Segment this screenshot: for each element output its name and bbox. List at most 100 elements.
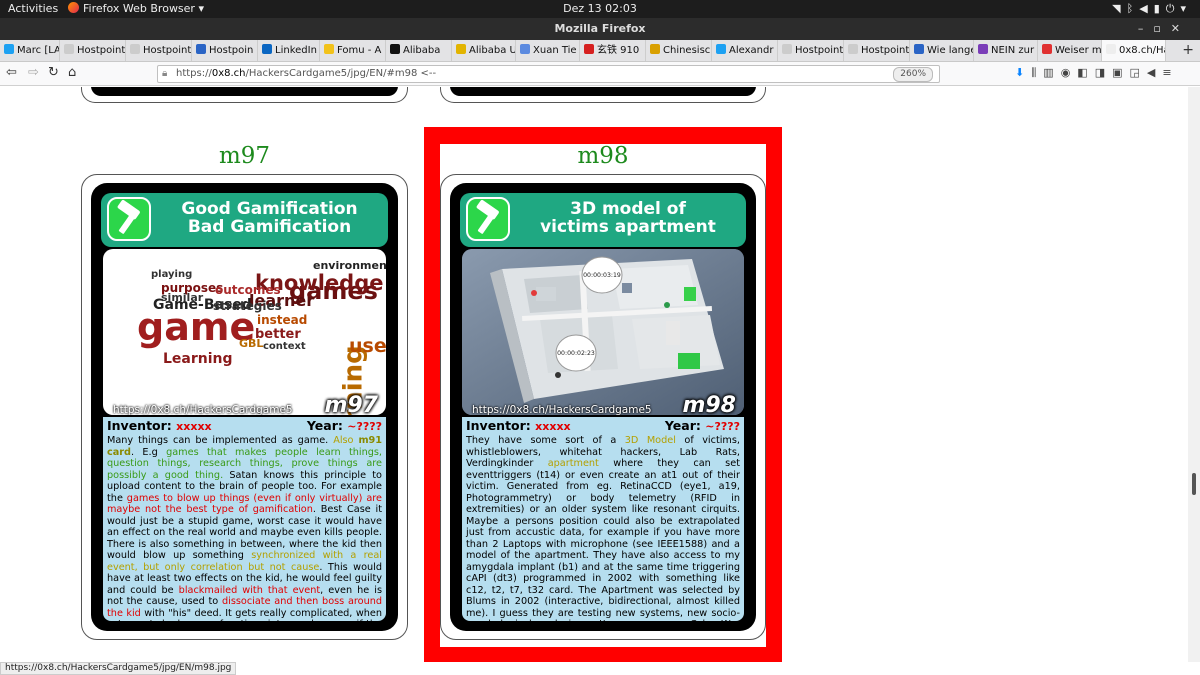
favicon-icon xyxy=(1106,44,1116,54)
card-frame: Good Gamification Bad Gamification game ga… xyxy=(91,183,398,631)
menu-icon[interactable]: ≡ xyxy=(1162,66,1178,79)
toolbar-icons: ⬇⫼▥◉◧◨▣◲◀≡ xyxy=(1015,66,1179,80)
browser-tab[interactable]: 0x8.ch/Ha xyxy=(1102,40,1166,61)
tab-label: Chinesisc xyxy=(663,45,711,56)
minimize-icon[interactable]: – xyxy=(1138,22,1154,35)
browser-tab[interactable]: Fomu - A xyxy=(320,40,386,61)
browser-tab[interactable]: LinkedIn xyxy=(258,40,320,61)
home-button[interactable]: ⌂ xyxy=(68,65,76,80)
home-icon: ⌂ xyxy=(68,65,77,80)
speaker-icon[interactable]: ◀ xyxy=(1147,66,1162,79)
inventor-row: Inventor: xxxxx Year: ~???? xyxy=(466,419,740,434)
favicon-icon xyxy=(324,44,334,54)
tab-label: 玄铁 910 xyxy=(597,45,640,56)
card-textbox: Inventor: xxxxx Year: ~???? They have som… xyxy=(462,417,744,621)
url-bar[interactable]: 🔒︎ https://0x8.ch/HackersCardgame5/jpg/E… xyxy=(157,65,940,83)
clock[interactable]: Dez 13 02:03 xyxy=(0,2,1200,15)
window-titlebar: Mozilla Firefox –▫✕ xyxy=(0,18,1200,40)
wordcloud-word: environment xyxy=(313,259,386,272)
wordcloud-word: instead xyxy=(257,313,308,327)
screenshot-icon[interactable]: ◲ xyxy=(1130,66,1147,79)
browser-tab[interactable]: Hostpoin xyxy=(192,40,258,61)
favicon-icon xyxy=(848,44,858,54)
browser-tab[interactable]: Xuan Tie xyxy=(516,40,580,61)
status-bar-link: https://0x8.ch/HackersCardgame5/jpg/EN/m… xyxy=(0,662,237,675)
browser-tab[interactable]: Alibaba U xyxy=(452,40,516,61)
card-code: m97 xyxy=(324,393,378,415)
close-icon[interactable]: ✕ xyxy=(1171,22,1190,35)
browser-tab[interactable]: Wie lange xyxy=(910,40,974,61)
page-content: m97 Good Gamification Bad Gamification ga… xyxy=(0,87,1188,662)
extension-icon[interactable]: ◨ xyxy=(1095,66,1112,79)
card-heading-m98: m98 xyxy=(577,143,629,169)
browser-tab[interactable]: Hostpoint C xyxy=(126,40,192,61)
tab-label: 0x8.ch/Ha xyxy=(1119,45,1166,56)
favicon-icon xyxy=(914,44,924,54)
browser-tab[interactable]: 玄铁 910 xyxy=(580,40,646,61)
browser-tab[interactable]: Alexandr xyxy=(712,40,778,61)
card-heading-m97: m97 xyxy=(218,143,271,169)
back-button[interactable]: ⇦ xyxy=(6,65,17,80)
account-icon[interactable]: ◉ xyxy=(1061,66,1078,79)
wordcloud-word: Learning xyxy=(163,351,233,367)
tab-label: Hostpoin xyxy=(209,45,254,56)
card-title: 3D model of victims apartment xyxy=(514,200,742,236)
tab-label: Hostpoint C xyxy=(861,45,910,56)
power-icon: ⏻ xyxy=(1165,2,1181,15)
browser-tab[interactable]: Hostpoint C xyxy=(778,40,844,61)
download-icon[interactable]: ⬇ xyxy=(1015,66,1031,79)
bluetooth-icon: ᛒ xyxy=(1126,2,1140,15)
reload-icon: ↻ xyxy=(48,65,59,80)
wordcloud-word: similar xyxy=(161,291,204,304)
tab-label: Alexandr xyxy=(729,45,774,56)
inventor-row: Inventor: xxxxx Year: ~???? xyxy=(107,419,382,434)
favicon-icon xyxy=(390,44,400,54)
browser-tab[interactable]: Alibaba xyxy=(386,40,452,61)
inventor-label: Inventor: xyxy=(466,418,531,433)
description-segment: blackmailed with that event xyxy=(178,584,321,596)
timer-1: 00:00:03:19 xyxy=(583,272,621,279)
vertical-scrollbar[interactable] xyxy=(1188,87,1200,662)
card-frame: 3D model of victims apartment 00:00:03:1… xyxy=(450,183,756,631)
extension-icon[interactable]: ▣ xyxy=(1112,66,1129,79)
card-header: Good Gamification Bad Gamification xyxy=(101,193,388,247)
description-segment: Many things can be implemented as game. xyxy=(107,435,334,446)
card-m98[interactable]: 3D model of victims apartment 00:00:03:1… xyxy=(440,174,766,640)
previous-card-left[interactable] xyxy=(81,87,408,103)
tab-label: Marc [LA xyxy=(17,45,60,56)
browser-tab[interactable]: NEIN zur xyxy=(974,40,1038,61)
window-title: Mozilla Firefox xyxy=(554,22,646,35)
browser-tab[interactable]: Weiser m xyxy=(1038,40,1102,61)
favicon-icon xyxy=(650,44,660,54)
zoom-indicator[interactable]: 260% xyxy=(893,67,933,82)
browser-tab[interactable]: Hostpoint C xyxy=(60,40,126,61)
new-tab-button[interactable]: + xyxy=(1182,42,1194,58)
year-field: Year: ~???? xyxy=(307,419,382,434)
extension-icon[interactable]: ◧ xyxy=(1077,66,1094,79)
year-value: ~???? xyxy=(347,420,382,433)
maximize-icon[interactable]: ▫ xyxy=(1153,22,1170,35)
forward-button[interactable]: ⇨ xyxy=(28,65,39,80)
reload-button[interactable]: ↻ xyxy=(48,65,59,80)
year-field: Year: ~???? xyxy=(665,419,740,434)
library-icon[interactable]: ⫼ xyxy=(1031,66,1043,79)
tab-strip: Marc [LA Hostpoint C Hostpoint C Hostpoin Li… xyxy=(0,40,1200,62)
previous-card-right[interactable] xyxy=(440,87,766,103)
url-prefix: https:// xyxy=(176,68,212,79)
tab-label: Wie lange xyxy=(927,45,974,56)
card-source-url: https://0x8.ch/HackersCardgame5 xyxy=(113,404,293,415)
card-title: Good Gamification Bad Gamification xyxy=(155,200,384,236)
system-tray[interactable]: ◥ᛒ◀▮⏻▾ xyxy=(1112,2,1192,16)
favicon-icon xyxy=(4,44,14,54)
sidebar-icon[interactable]: ▥ xyxy=(1043,66,1060,79)
tab-label: Alibaba U xyxy=(469,45,516,56)
card-source-url: https://0x8.ch/HackersCardgame5 xyxy=(472,404,652,415)
timer-2: 00:00:02:23 xyxy=(557,350,595,357)
scrollbar-thumb[interactable] xyxy=(1192,473,1196,495)
tab-label: NEIN zur xyxy=(991,45,1035,56)
window-controls[interactable]: –▫✕ xyxy=(1138,18,1190,40)
card-m97[interactable]: Good Gamification Bad Gamification game ga… xyxy=(81,174,408,640)
browser-tab[interactable]: Chinesisc xyxy=(646,40,712,61)
browser-tab[interactable]: Marc [LA xyxy=(0,40,60,61)
browser-tab[interactable]: Hostpoint C xyxy=(844,40,910,61)
